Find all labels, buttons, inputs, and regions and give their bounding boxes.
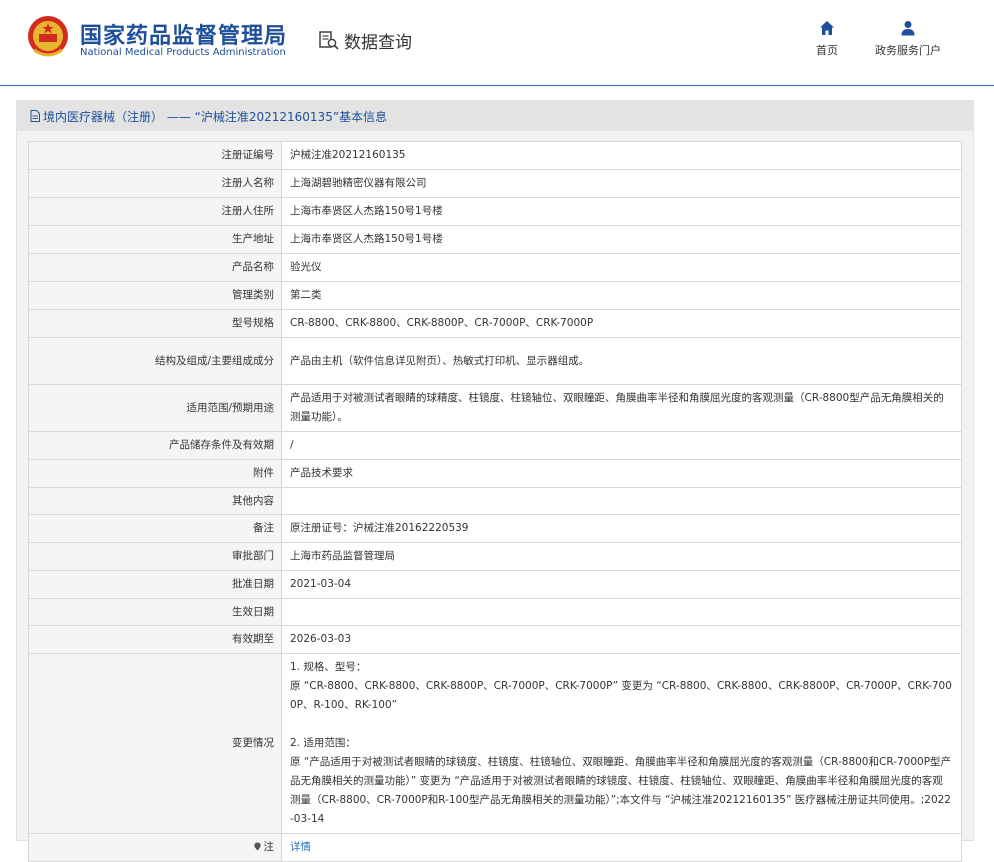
field-label: 审批部门: [28, 542, 282, 571]
site-logo-subtitle: National Medical Products Administration: [80, 47, 286, 58]
field-value: 上海湖碧驰精密仪器有限公司: [281, 169, 962, 198]
table-row: 有效期至 2026-03-03: [28, 625, 962, 654]
field-label: 适用范围/预期用途: [28, 384, 282, 432]
field-label: 管理类别: [28, 281, 282, 310]
table-row: 注册人名称 上海湖碧驰精密仪器有限公司: [28, 169, 962, 198]
detail-panel: 境内医疗器械（注册） —— “沪械注准20212160135”基本信息 注册证编…: [16, 100, 974, 862]
site-logo-title: 国家药品监督管理局: [80, 24, 288, 49]
field-value: [281, 598, 962, 626]
table-row: 产品储存条件及有效期 /: [28, 431, 962, 460]
table-row: 注册证编号 沪械注准20212160135: [28, 141, 962, 170]
table-row: 其他内容: [28, 487, 962, 515]
user-icon: [901, 21, 915, 36]
field-label: 型号规格: [28, 309, 282, 338]
field-value: 沪械注准20212160135: [281, 141, 962, 170]
table-row: 变更情况 1. 规格、型号： 原 “CR-8800、CRK-8800、CRK-88…: [28, 653, 962, 834]
table-row: 型号规格 CR-8800、CRK-8800、CRK-8800P、CR-7000P、…: [28, 309, 962, 338]
field-value: /: [281, 431, 962, 460]
field-value: 1. 规格、型号： 原 “CR-8800、CRK-8800、CRK-8800P、…: [281, 653, 962, 834]
field-value: 上海市奉贤区人杰路150号1号楼: [281, 197, 962, 226]
field-value: CR-8800、CRK-8800、CRK-8800P、CR-7000P、CRK-…: [281, 309, 962, 338]
field-value: 2021-03-04: [281, 570, 962, 599]
field-label: 结构及组成/主要组成成分: [28, 337, 282, 385]
detail-table: 注册证编号 沪械注准20212160135 注册人名称 上海湖碧驰精密仪器有限公司 注册…: [28, 141, 962, 862]
table-row: 适用范围/预期用途 产品适用于对被测试者眼睛的球精度、柱镜度、柱镜轴位、双眼瞳距、…: [28, 384, 962, 432]
field-value: 产品技术要求: [281, 459, 962, 488]
home-icon: [820, 21, 834, 35]
data-query-heading: 数据查询: [318, 27, 412, 53]
document-icon: [30, 110, 40, 122]
field-value: 验光仪: [281, 253, 962, 282]
field-value: 产品适用于对被测试者眼睛的球精度、柱镜度、柱镜轴位、双眼瞳距、角膜曲率半径和角膜…: [281, 384, 962, 432]
table-row: 管理类别 第二类: [28, 281, 962, 310]
field-value: [281, 487, 962, 515]
nav-gov-service-portal-label: 政务服务门户: [875, 44, 941, 57]
field-label: 其他内容: [28, 487, 282, 515]
field-label: 批准日期: [28, 570, 282, 599]
map-pin-icon: [253, 842, 261, 851]
national-emblem-icon: [28, 16, 68, 57]
nav-gov-service-portal[interactable]: 政务服务门户: [875, 20, 941, 58]
nav-home-label: 首页: [816, 44, 838, 57]
table-row: 批准日期 2021-03-04: [28, 570, 962, 599]
field-value: 产品由主机（软件信息详见附页）、热敏式打印机、显示器组成。: [281, 337, 962, 385]
field-value: 详情: [281, 833, 962, 862]
table-row: 生效日期: [28, 598, 962, 626]
table-row: 注册人住所 上海市奉贤区人杰路150号1号楼: [28, 197, 962, 226]
site-header: 国家药品监督管理局 National Medical Products Admi…: [0, 0, 994, 86]
table-row: 附件 产品技术要求: [28, 459, 962, 488]
panel-title: 境内医疗器械（注册） —— “沪械注准20212160135”基本信息: [17, 101, 973, 131]
field-label: 注册证编号: [28, 141, 282, 170]
field-value: 第二类: [281, 281, 962, 310]
field-label: 变更情况: [28, 653, 282, 834]
field-label: 生效日期: [28, 598, 282, 626]
table-row: 审批部门 上海市药品监督管理局: [28, 542, 962, 571]
field-label: 产品储存条件及有效期: [28, 431, 282, 460]
field-label: 产品名称: [28, 253, 282, 282]
field-label: 注册人名称: [28, 169, 282, 198]
note-label: 注: [263, 841, 275, 853]
field-value: 上海市药品监督管理局: [281, 542, 962, 571]
table-row-note: 注 详情: [28, 833, 962, 862]
panel-title-text: 境内医疗器械（注册） —— “沪械注准20212160135”基本信息: [43, 109, 388, 124]
field-value: 2026-03-03: [281, 625, 962, 654]
field-value: 原注册证号：沪械注准20162220539: [281, 514, 962, 543]
table-row: 备注 原注册证号：沪械注准20162220539: [28, 514, 962, 543]
table-row: 生产地址 上海市奉贤区人杰路150号1号楼: [28, 225, 962, 254]
detail-link[interactable]: 详情: [290, 841, 311, 853]
search-document-icon: [319, 31, 339, 50]
field-value: 上海市奉贤区人杰路150号1号楼: [281, 225, 962, 254]
field-label: 备注: [28, 514, 282, 543]
field-label: 注册人住所: [28, 197, 282, 226]
field-label: 有效期至: [28, 625, 282, 654]
nav-home[interactable]: 首页: [816, 20, 838, 58]
field-label: 附件: [28, 459, 282, 488]
field-label: 生产地址: [28, 225, 282, 254]
table-row: 结构及组成/主要组成成分 产品由主机（软件信息详见附页）、热敏式打印机、显示器组成…: [28, 337, 962, 385]
field-label: 注: [28, 833, 282, 862]
data-query-label: 数据查询: [344, 32, 412, 53]
table-row: 产品名称 验光仪: [28, 253, 962, 282]
